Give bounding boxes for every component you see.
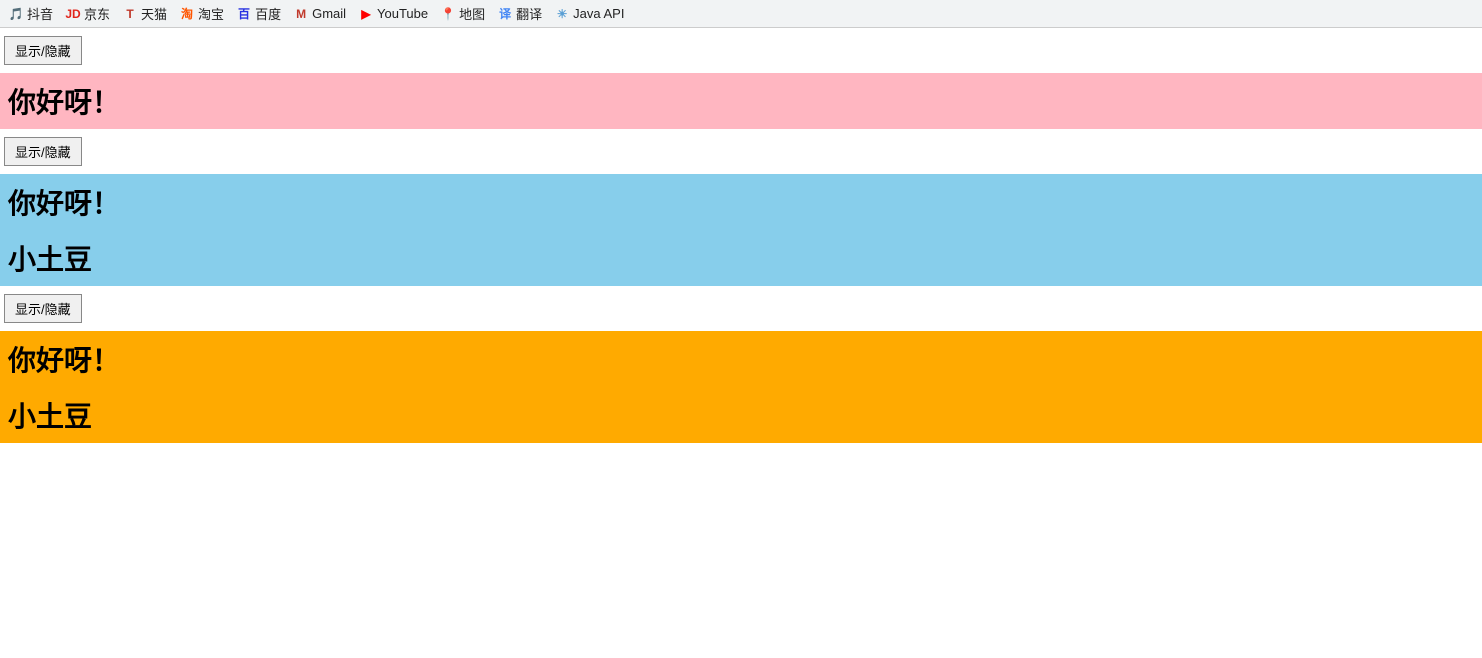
bookmark-icon-translate: 译: [497, 6, 513, 22]
toggle-button-section3[interactable]: 显示/隐藏: [4, 294, 82, 323]
bookmark-label-translate: 翻译: [516, 4, 542, 23]
bookmark-label-baidu: 百度: [255, 4, 281, 23]
content-block-section3-1: 小土豆: [0, 387, 1482, 443]
bookmark-label-jd: 京东: [84, 4, 110, 23]
content-block-section2-1: 小土豆: [0, 230, 1482, 286]
bookmark-label-douyin: 抖音: [27, 4, 53, 23]
bookmark-jd[interactable]: JD京东: [65, 4, 110, 23]
bookmark-icon-taobao: 淘: [179, 6, 195, 22]
bookmark-icon-baidu: 百: [236, 6, 252, 22]
bookmark-icon-gmail: M: [293, 6, 309, 22]
bookmarks-bar: 🎵抖音JD京东T天猫淘淘宝百百度MGmail▶YouTube📍地图译翻译☀Jav…: [0, 0, 1482, 28]
bookmark-label-javaapi: Java API: [573, 6, 624, 21]
bookmark-tianmao[interactable]: T天猫: [122, 4, 167, 23]
content-block-section3-0: 你好呀！: [0, 331, 1482, 387]
content-block-section1-0: 你好呀！: [0, 73, 1482, 129]
content-block-section2-0: 你好呀！: [0, 174, 1482, 230]
bookmark-maps[interactable]: 📍地图: [440, 4, 485, 23]
bookmark-icon-jd: JD: [65, 6, 81, 22]
bookmark-youtube[interactable]: ▶YouTube: [358, 6, 428, 22]
bookmark-translate[interactable]: 译翻译: [497, 4, 542, 23]
bookmark-icon-tianmao: T: [122, 6, 138, 22]
bookmark-label-youtube: YouTube: [377, 6, 428, 21]
bookmark-douyin[interactable]: 🎵抖音: [8, 4, 53, 23]
bookmark-javaapi[interactable]: ☀Java API: [554, 6, 624, 22]
bookmark-icon-javaapi: ☀: [554, 6, 570, 22]
bookmark-icon-maps: 📍: [440, 6, 456, 22]
bookmark-label-maps: 地图: [459, 4, 485, 23]
bookmark-gmail[interactable]: MGmail: [293, 6, 346, 22]
bookmark-label-tianmao: 天猫: [141, 4, 167, 23]
bookmark-icon-douyin: 🎵: [8, 6, 24, 22]
bookmark-icon-youtube: ▶: [358, 6, 374, 22]
bookmark-label-taobao: 淘宝: [198, 4, 224, 23]
bookmark-label-gmail: Gmail: [312, 6, 346, 21]
bookmark-baidu[interactable]: 百百度: [236, 4, 281, 23]
main-content: 显示/隐藏你好呀！显示/隐藏你好呀！小土豆显示/隐藏你好呀！小土豆: [0, 28, 1482, 443]
toggle-button-section2[interactable]: 显示/隐藏: [4, 137, 82, 166]
bookmark-taobao[interactable]: 淘淘宝: [179, 4, 224, 23]
toggle-button-section1[interactable]: 显示/隐藏: [4, 36, 82, 65]
